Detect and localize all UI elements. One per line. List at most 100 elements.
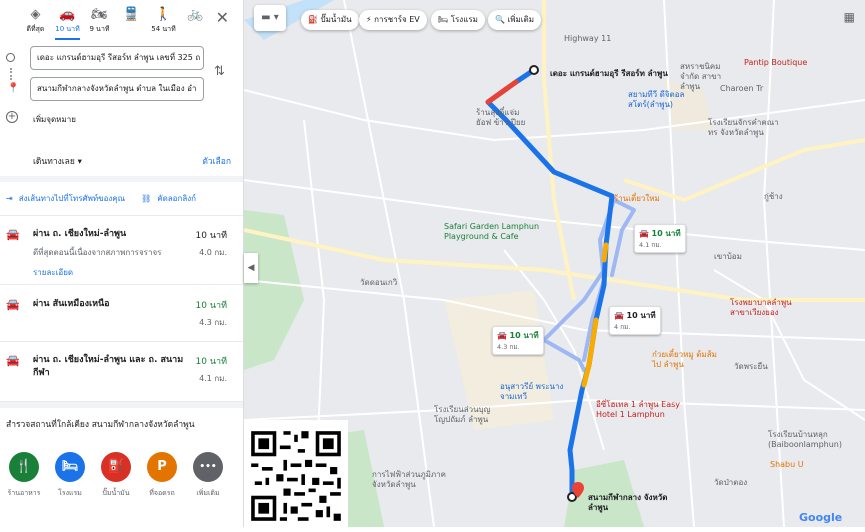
place-label[interactable]: วัดพระยืน [734, 362, 768, 372]
place-label[interactable]: ร้านลุงตี๋แจ่ม ยัอฟ ข้าวเปียย [476, 108, 536, 128]
place-label[interactable]: วัดดอนเกวิ [360, 278, 397, 288]
directions-panel: ◈ ดีที่สุด 🚗 10 นาที 🏍 9 นาที 🚆 🚶 54 นาที 🚲 … [0, 0, 244, 527]
train-icon: 🚆 [123, 7, 140, 22]
route-time: 10 นาที [195, 301, 227, 311]
divider [0, 176, 243, 182]
road-label: Highway 11 [564, 34, 612, 43]
chip-label: ปั๊มน้ำมัน [320, 15, 352, 24]
category-parking[interactable]: P ที่จอดรถ [142, 452, 182, 499]
place-label[interactable]: โรงเรียนส่วนบุญ โญปถัมภ์ ลำพูน [434, 405, 504, 425]
mode-best-label: ดีที่สุด [26, 25, 45, 33]
diamond-route-icon: ◈ [30, 7, 41, 22]
caret-down-icon: ▾ [77, 157, 82, 167]
route-option-3[interactable]: 🚘 ผ่าน ถ. เชียงใหม่-ลำพูน และ ถ. สนาม กี… [0, 342, 243, 402]
chip-hotel[interactable]: 🛏 โรงแรม [431, 10, 485, 30]
mode-drive[interactable]: 🚗 10 นาที [52, 6, 83, 40]
walk-icon: 🚶 [155, 7, 172, 22]
route-dots [10, 68, 12, 80]
place-label[interactable]: ก๋วยเตี๋ยวหมู ต้มส้มไป ลำพูน [652, 350, 722, 370]
collapse-panel-button[interactable]: ◀ [244, 253, 258, 283]
place-label[interactable]: อีซี่โฮเทล 1 ลำพูน Easy Hotel 1 Lamphun [596, 400, 686, 420]
mode-drive-label: 10 นาที [55, 25, 80, 33]
place-label[interactable]: Safari Garden Lamphun Playground & Cafe [444, 222, 554, 242]
route-box-distance: 4 กม. [614, 323, 631, 331]
depart-label: เดินทางเลย [33, 157, 75, 167]
layers-button[interactable]: ▬ ▾ [254, 5, 286, 31]
route-name: ผ่าน ถ. เชียงใหม่-ลำพูน และ ถ. สนาม กีฬา [33, 355, 184, 378]
origin-circle-icon [6, 53, 15, 62]
category-hotel[interactable]: 🛏 โรงแรม [50, 452, 90, 499]
route-box-alt-1[interactable]: 🚘 10 นาที 4.1 กม. [634, 224, 686, 253]
add-destination-label[interactable]: เพิ่มจุดหมาย [33, 113, 76, 126]
place-label[interactable]: Pantip Boutique [744, 58, 807, 68]
place-label[interactable]: โรงพยาบาลลำพูน สาขาเวียงยอง [730, 298, 810, 318]
mode-walk[interactable]: 🚶 54 นาที [148, 6, 179, 35]
chip-gas[interactable]: ⛽ ปั๊มน้ำมัน [301, 10, 359, 30]
category-label: โรงแรม [58, 489, 82, 497]
category-label: เพิ่มเติม [196, 489, 220, 497]
mode-transit[interactable]: 🚆 [116, 6, 147, 24]
place-label[interactable]: Shabu U [770, 460, 804, 470]
route-box-selected[interactable]: 🚘 10 นาที 4 กม. [609, 306, 661, 335]
route-box-distance: 4.1 กม. [639, 241, 662, 249]
copy-link-button[interactable]: คัดลอกลิงก์ [157, 192, 196, 205]
route-box-distance: 4.3 กม. [497, 343, 520, 351]
place-label[interactable]: ร้านเตี๋ยวใหม [614, 194, 660, 204]
car-icon: 🚘 [614, 311, 624, 320]
route-option-1[interactable]: 🚘 ผ่าน ถ. เชียงใหม่-ลำพูน 10 นาที ดีที่ส… [0, 215, 243, 285]
category-gas[interactable]: ⛽ ปั๊มน้ำมัน [96, 452, 136, 499]
mode-walk-label: 54 นาที [151, 25, 176, 33]
car-icon: 🚘 [6, 354, 20, 367]
route-name: ผ่าน ถ. เชียงใหม่-ลำพูน [33, 229, 127, 239]
route-box-alt-2[interactable]: 🚘 10 นาที 4.3 กม. [492, 326, 544, 355]
place-label[interactable]: อนุสาวรีย์ พระนางจามเทวี [500, 382, 570, 402]
place-label[interactable]: โรงเรียนบ้านหลุก (Baiboonlamphun) [768, 430, 858, 450]
send-to-phone-icon: ⇥ [6, 194, 13, 203]
apps-grid-icon[interactable]: ▦ [844, 10, 855, 24]
chip-label: เพิ่มเติม [507, 15, 534, 24]
mode-motorbike[interactable]: 🏍 9 นาที [84, 6, 115, 35]
place-label[interactable]: โรงเรียนจักรคำคณา ทร จังหวัดลำพูน [708, 118, 788, 138]
chip-more[interactable]: 🔍 เพิ่มเติม [488, 10, 541, 30]
add-destination-icon[interactable]: + [6, 111, 18, 123]
place-label[interactable]: วัดป่าตอง [714, 478, 747, 488]
car-icon: 🚘 [6, 228, 20, 241]
search-icon: 🔍 [495, 15, 505, 24]
place-label[interactable]: การไฟฟ้าส่วนภูมิภาค จังหวัดลำพูน [372, 470, 452, 490]
travel-mode-bar: ◈ ดีที่สุด 🚗 10 นาที 🏍 9 นาที 🚆 🚶 54 นาที 🚲 [20, 6, 235, 40]
category-label: ที่จอดรถ [149, 489, 175, 497]
qr-code [244, 420, 348, 528]
origin-map-label[interactable]: เดอะ แกรนด์ฮามอุรี รีสอร์ท ลำพูน [550, 69, 668, 79]
chip-ev[interactable]: ⚡ การชาร์จ EV [359, 10, 427, 30]
gas-station-icon: ⛽ [308, 15, 318, 24]
send-to-phone-link[interactable]: ส่งเส้นทางไปที่โทรศัพท์ของคุณ [19, 192, 125, 205]
bicycle-icon: 🚲 [187, 7, 204, 22]
route-time: 10 นาที [195, 357, 227, 367]
more-icon: ••• [193, 452, 223, 482]
route-details-link[interactable]: รายละเอียด [33, 266, 73, 279]
category-restaurant[interactable]: 🍴 ร้านอาหาร [4, 452, 44, 499]
close-icon[interactable]: ✕ [216, 8, 229, 27]
route-option-2[interactable]: 🚘 ผ่าน สันเหมืองเหนือ 10 นาที 4.3 กม. [0, 285, 243, 342]
place-label[interactable]: สยามทีวี ดีจิตอล สโตร์(ลำพูน) [628, 90, 708, 110]
car-icon: 🚘 [6, 298, 20, 311]
place-label[interactable]: กู่ช้าง [764, 192, 783, 202]
route-note: ดีที่สุดตอนนี้เนื่องจากสภาพการจราจร [33, 248, 162, 257]
mode-best[interactable]: ◈ ดีที่สุด [20, 6, 51, 35]
hotel-icon: 🛏 [55, 452, 85, 482]
destination-map-label[interactable]: สนามกีฬากลาง จังหวัดลำพูน [588, 493, 678, 513]
car-icon: 🚘 [639, 229, 649, 238]
destination-input[interactable]: สนามกีฬากลางจังหวัดลำพูน ตำบล ในเมือง อำ [30, 77, 204, 101]
place-label[interactable]: เขาบ้อม [714, 252, 742, 262]
category-more[interactable]: ••• เพิ่มเติม [188, 452, 228, 499]
origin-input[interactable]: เดอะ แกรนด์ฮามอุรี รีสอร์ท ลำพูน เลขที่ … [30, 46, 204, 70]
mode-bike[interactable]: 🚲 [180, 6, 211, 24]
gas-station-icon: ⛽ [101, 452, 131, 482]
mode-motorbike-label: 9 นาที [89, 25, 110, 33]
options-button[interactable]: ตัวเลือก [202, 154, 231, 168]
depart-dropdown[interactable]: เดินทางเลย ▾ [33, 154, 82, 168]
place-label[interactable]: Charoen Tr [720, 84, 763, 94]
restaurant-icon: 🍴 [9, 452, 39, 482]
swap-icon[interactable]: ⇅ [214, 64, 225, 79]
car-icon: 🚘 [497, 331, 507, 340]
